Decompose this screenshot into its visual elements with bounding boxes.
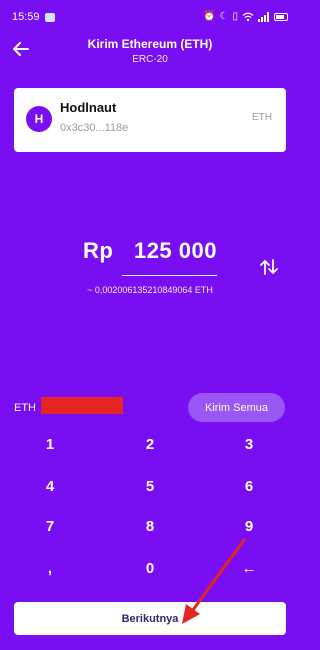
key-backspace[interactable]: ← — [219, 552, 279, 584]
key-6[interactable]: 6 — [219, 470, 279, 502]
eth-equivalent: ~ 0,002006135210849064 ETH — [87, 285, 213, 295]
key-4[interactable]: 4 — [20, 470, 80, 502]
key-1[interactable]: 1 — [20, 428, 80, 460]
avatar: H — [26, 106, 52, 132]
numeric-keypad: 1 2 3 4 5 6 7 8 9 , 0 ← — [0, 428, 300, 596]
key-7[interactable]: 7 — [20, 510, 80, 542]
key-9[interactable]: 9 — [219, 510, 279, 542]
battery-icon — [274, 13, 288, 21]
status-bar-right: ⏰ ☾ ▯ — [203, 12, 288, 22]
recipient-name: Hodlnaut — [60, 100, 117, 115]
moon-icon: ☾ — [219, 11, 229, 22]
next-button[interactable]: Berikutnya — [14, 602, 286, 635]
page-subtitle: ERC-20 — [132, 54, 168, 65]
alarm-icon: ⏰ — [203, 11, 216, 22]
amount-value[interactable]: 125 000 — [134, 238, 217, 263]
signal-icon — [258, 12, 269, 22]
wifi-icon — [242, 12, 254, 22]
amount-display: Rp 125 000 — [0, 238, 300, 264]
redacted-balance — [41, 397, 123, 414]
amount-currency: Rp — [83, 238, 114, 263]
key-3[interactable]: 3 — [219, 428, 279, 460]
balance-label: ETH — [14, 402, 36, 414]
header: Kirim Ethereum (ETH) ERC-20 — [0, 34, 300, 74]
recipient-card[interactable]: H Hodlnaut 0x3c30...118e ETH — [14, 88, 286, 152]
amount-underline — [122, 275, 217, 276]
key-8[interactable]: 8 — [120, 510, 180, 542]
recipient-address: 0x3c30...118e — [60, 122, 129, 134]
key-2[interactable]: 2 — [120, 428, 180, 460]
swap-arrows-icon — [260, 259, 278, 275]
vibrate-icon: ▯ — [232, 11, 238, 22]
send-all-button[interactable]: Kirim Semua — [188, 393, 285, 422]
page-title: Kirim Ethereum (ETH) — [87, 37, 213, 51]
key-0[interactable]: 0 — [120, 552, 180, 584]
swap-currency-button[interactable] — [258, 256, 280, 278]
key-comma[interactable]: , — [20, 552, 80, 584]
status-bar-left: 15:59 — [12, 11, 55, 23]
notification-icon — [44, 12, 55, 22]
status-bar: 15:59 ⏰ ☾ ▯ — [0, 0, 300, 34]
recipient-ticker: ETH — [252, 112, 272, 123]
status-time: 15:59 — [12, 11, 40, 23]
key-5[interactable]: 5 — [120, 470, 180, 502]
